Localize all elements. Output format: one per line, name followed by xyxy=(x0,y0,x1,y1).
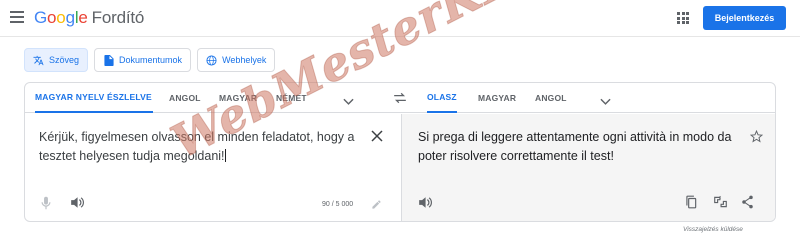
source-lang-hungarian[interactable]: MAGYAR xyxy=(219,83,257,113)
target-lang-english[interactable]: ANGOL xyxy=(535,83,567,113)
logo-letter: o xyxy=(47,8,57,27)
source-panel: Kérjük, figyelmesen olvasson el minden f… xyxy=(25,114,401,221)
send-feedback-link[interactable]: Visszajelzés küldése xyxy=(683,226,743,233)
apps-icon[interactable] xyxy=(677,12,689,24)
logo-letter: g xyxy=(65,8,75,27)
logo-letter: G xyxy=(34,8,48,27)
menu-icon[interactable] xyxy=(10,11,24,23)
documents-mode-label: Dokumentumok xyxy=(119,55,183,65)
speaker-icon[interactable] xyxy=(70,196,84,214)
chevron-down-icon[interactable] xyxy=(600,93,611,111)
chevron-down-icon[interactable] xyxy=(343,93,354,111)
speaker-icon[interactable] xyxy=(418,196,432,214)
star-icon[interactable] xyxy=(749,129,764,148)
source-lang-german[interactable]: NÉMET xyxy=(276,83,307,113)
swap-icon[interactable] xyxy=(393,91,407,109)
document-icon xyxy=(103,54,114,66)
source-lang-detected[interactable]: MAGYAR NYELV ÉSZLELVE xyxy=(35,83,153,113)
translation-card: MAGYAR NYELV ÉSZLELVE ANGOL MAGYAR NÉMET… xyxy=(24,82,776,222)
translate-icon xyxy=(33,55,44,66)
source-text-input[interactable]: Kérjük, figyelmesen olvasson el minden f… xyxy=(39,128,359,166)
copy-icon[interactable] xyxy=(685,195,697,214)
page: Google Fordító Bejelentkezés Szöveg Dokum… xyxy=(0,0,800,241)
mic-icon[interactable] xyxy=(41,196,51,215)
text-mode-label: Szöveg xyxy=(49,55,80,65)
target-lang-hungarian[interactable]: MAGYAR xyxy=(478,83,516,113)
target-panel: Si prega di leggere attentamente ogni at… xyxy=(401,114,775,221)
top-bar: Google Fordító Bejelentkezés xyxy=(0,0,800,37)
translation-output: Si prega di leggere attentamente ogni at… xyxy=(418,130,732,163)
websites-mode-label: Webhelyek xyxy=(222,55,267,65)
share-icon[interactable] xyxy=(741,195,754,214)
language-bar: MAGYAR NYELV ÉSZLELVE ANGOL MAGYAR NÉMET… xyxy=(25,83,775,113)
mode-switcher: Szöveg Dokumentumok Webhelyek xyxy=(24,48,276,72)
character-count: 90 / 5 000 xyxy=(322,201,354,208)
source-lang-english[interactable]: ANGOL xyxy=(169,83,201,113)
documents-mode-button[interactable]: Dokumentumok xyxy=(94,48,192,72)
close-icon[interactable] xyxy=(371,129,383,147)
websites-mode-button[interactable]: Webhelyek xyxy=(197,48,276,72)
globe-icon xyxy=(206,54,217,66)
text-mode-button[interactable]: Szöveg xyxy=(24,48,89,72)
text-cursor xyxy=(224,149,226,162)
product-name: Fordító xyxy=(91,8,145,27)
logo-letter: o xyxy=(56,8,66,27)
feedback-icon[interactable] xyxy=(713,195,728,214)
target-lang-italian[interactable]: OLASZ xyxy=(427,83,457,113)
logo-letter: e xyxy=(78,8,88,27)
google-translate-logo[interactable]: Google Fordító xyxy=(34,8,144,28)
signin-button[interactable]: Bejelentkezés xyxy=(703,6,786,30)
pencil-icon[interactable] xyxy=(371,197,382,215)
source-text: Kérjük, figyelmesen olvasson el minden f… xyxy=(39,130,355,163)
